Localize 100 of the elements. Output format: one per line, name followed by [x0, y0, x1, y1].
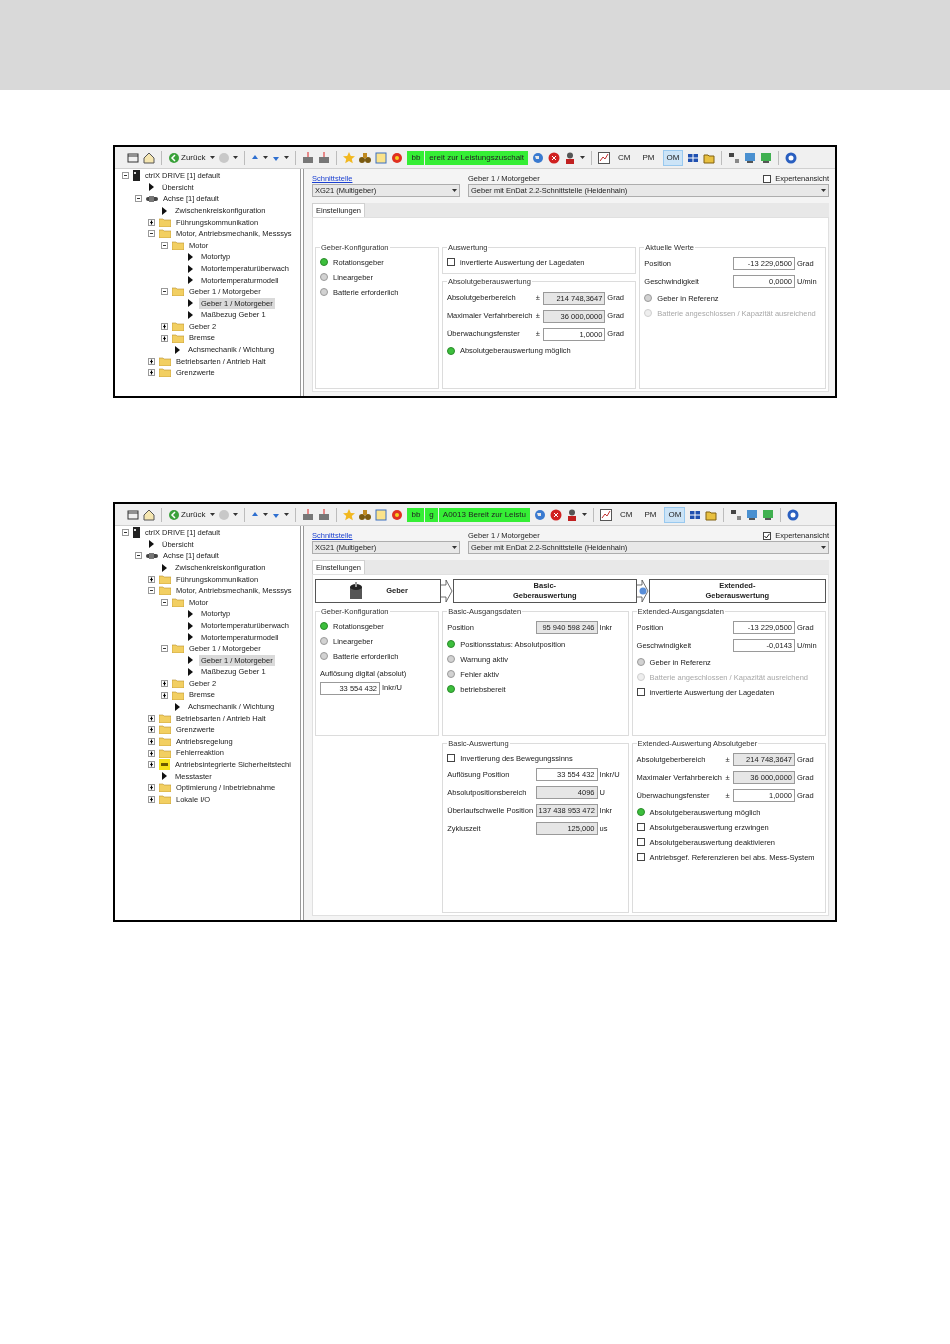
monitor-icon[interactable]: [746, 508, 759, 521]
back-button[interactable]: Zurück: [168, 508, 207, 521]
mode-button[interactable]: OM: [662, 149, 684, 166]
checkbox[interactable]: [636, 688, 645, 697]
tree-toggle[interactable]: [161, 598, 168, 606]
tree-toggle[interactable]: [148, 575, 155, 583]
caret-icon[interactable]: [284, 513, 290, 516]
star-icon[interactable]: [343, 151, 356, 164]
axis-icon: [146, 553, 158, 559]
folder-icon[interactable]: [705, 508, 718, 521]
tree-toggle[interactable]: [148, 357, 155, 365]
triangle-icon: [175, 702, 180, 711]
mode-button[interactable]: CM: [616, 506, 637, 523]
error-icon[interactable]: [550, 508, 562, 521]
tree-toggle[interactable]: [161, 691, 168, 699]
folder-icon: [159, 217, 171, 227]
tree-toggle[interactable]: [148, 749, 155, 757]
info-arrow-icon: [636, 579, 649, 603]
chart-icon[interactable]: [598, 151, 611, 164]
checkbox[interactable]: [636, 853, 645, 862]
tree-toggle[interactable]: [161, 241, 168, 249]
caret-icon[interactable]: [263, 156, 269, 159]
mode-button[interactable]: CM: [614, 149, 635, 166]
tree-toggle[interactable]: [122, 172, 129, 180]
axis-icon: [146, 196, 158, 202]
tree-toggle[interactable]: [161, 645, 168, 653]
checkbox[interactable]: [446, 258, 455, 267]
help-icon[interactable]: [787, 508, 800, 521]
star-icon[interactable]: [343, 508, 356, 521]
binoculars-icon[interactable]: [359, 151, 372, 164]
checkbox[interactable]: [636, 823, 645, 832]
folder-icon: [159, 368, 171, 378]
monitor-icon[interactable]: [762, 508, 775, 521]
window-icon[interactable]: [127, 151, 139, 164]
calendar-icon[interactable]: [375, 151, 388, 164]
tree-toggle[interactable]: [148, 714, 155, 722]
caret-icon[interactable]: [210, 513, 216, 516]
back-arrow-icon: [169, 509, 179, 520]
window-icon[interactable]: [127, 508, 139, 521]
caret-icon[interactable]: [821, 189, 826, 192]
checkbox[interactable]: [763, 531, 772, 540]
table-icon[interactable]: [689, 508, 702, 521]
caret-icon[interactable]: [580, 156, 586, 159]
folder-icon: [172, 333, 184, 343]
mode-button[interactable]: PM: [640, 506, 661, 523]
tree-toggle[interactable]: [148, 218, 155, 226]
tree-toggle[interactable]: [148, 369, 155, 377]
caret-icon[interactable]: [233, 513, 239, 516]
tree-toggle[interactable]: [148, 230, 155, 238]
status-text: bb: [407, 507, 425, 522]
back-button[interactable]: Zurück: [168, 151, 207, 164]
drive-icon: [133, 527, 140, 539]
checkbox[interactable]: [447, 754, 456, 763]
folder-icon: [159, 229, 171, 239]
error-icon[interactable]: [548, 151, 561, 164]
tree-toggle[interactable]: [135, 195, 142, 203]
tree-toggle[interactable]: [148, 784, 155, 792]
up-arrow-icon[interactable]: [251, 153, 260, 162]
tree-toggle[interactable]: [161, 334, 168, 342]
folder-icon[interactable]: [703, 151, 716, 164]
mode-button[interactable]: PM: [638, 149, 659, 166]
mode-button[interactable]: OM: [664, 506, 686, 523]
table-icon[interactable]: [687, 151, 700, 164]
calendar-icon[interactable]: [375, 508, 388, 521]
tree-toggle[interactable]: [148, 761, 155, 769]
home-icon[interactable]: [143, 508, 155, 521]
tree-toggle[interactable]: [161, 323, 168, 330]
tree-toggle[interactable]: [135, 552, 142, 560]
triangle-icon: [175, 345, 180, 354]
tree-toggle[interactable]: [161, 288, 168, 296]
chart-icon[interactable]: [600, 508, 612, 521]
caret-icon[interactable]: [452, 546, 457, 549]
tree-toggle[interactable]: [148, 795, 155, 803]
tree-toggle[interactable]: [122, 529, 129, 537]
monitor-icon[interactable]: [760, 151, 773, 164]
caret-icon[interactable]: [233, 156, 239, 159]
triangle-icon: [162, 206, 167, 215]
monitor-icon[interactable]: [744, 151, 757, 164]
caret-icon[interactable]: [452, 189, 457, 192]
person-icon[interactable]: [566, 508, 578, 521]
caret-icon[interactable]: [284, 156, 290, 159]
up-arrow-icon[interactable]: [251, 510, 260, 519]
caret-icon[interactable]: [210, 156, 216, 159]
caret-icon[interactable]: [582, 513, 587, 516]
checkbox[interactable]: [636, 838, 645, 847]
person-icon[interactable]: [564, 151, 577, 164]
caret-icon[interactable]: [821, 546, 826, 549]
tree-toggle[interactable]: [148, 587, 155, 595]
home-icon[interactable]: [143, 151, 155, 164]
flow-arrow-icon: [441, 579, 453, 603]
tree-toggle[interactable]: [148, 738, 155, 745]
binoculars-icon[interactable]: [359, 508, 372, 521]
folder-icon: [172, 322, 184, 331]
caret-icon[interactable]: [263, 513, 269, 516]
checkbox[interactable]: [763, 174, 772, 183]
status-text: ereit zur Leistungszuschalt: [425, 150, 529, 165]
tree-toggle[interactable]: [161, 680, 168, 687]
help-icon[interactable]: [785, 151, 798, 164]
folder-icon: [172, 679, 184, 688]
tree-toggle[interactable]: [148, 726, 155, 734]
